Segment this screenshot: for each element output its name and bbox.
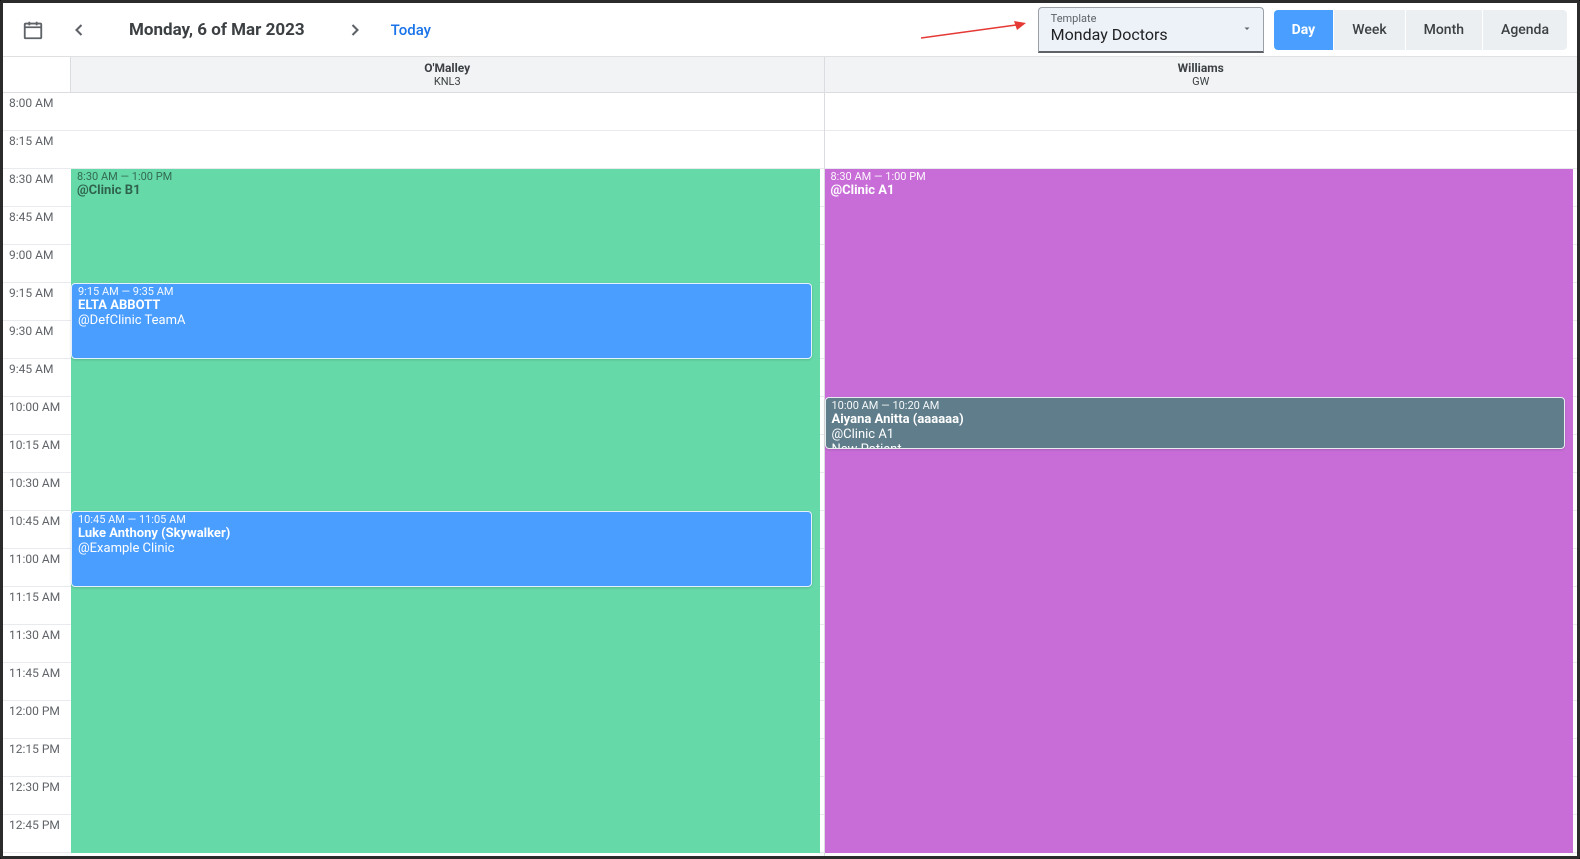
calendar-icon[interactable] <box>13 10 53 50</box>
toolbar: Monday, 6 of Mar 2023 Today Template Mon… <box>3 3 1577 57</box>
event-line: @DefClinic TeamA <box>78 313 805 328</box>
event-line: @Clinic A1 <box>832 427 1559 442</box>
column-name: O'Malley <box>424 61 470 75</box>
event-time: 9:15 AM — 9:35 AM <box>78 285 805 298</box>
grid-row[interactable] <box>825 131 1578 169</box>
time-label: 11:30 AM <box>3 625 71 663</box>
time-label: 12:00 PM <box>3 701 71 739</box>
column-sub: GW <box>1192 75 1209 88</box>
time-gutter-header <box>3 57 71 92</box>
grid-row[interactable] <box>825 93 1578 131</box>
appointment[interactable]: 10:45 AM — 11:05 AMLuke Anthony (Skywalk… <box>71 511 812 587</box>
time-label: 8:15 AM <box>3 131 71 169</box>
time-label: 8:45 AM <box>3 207 71 245</box>
next-day-button[interactable] <box>335 10 375 50</box>
chevron-down-icon <box>1241 20 1253 39</box>
calendar-grid: 8:00 AM8:15 AM8:30 AM8:45 AM9:00 AM9:15 … <box>3 93 1577 856</box>
event-line: Luke Anthony (Skywalker) <box>78 526 805 541</box>
availability-block[interactable]: 8:30 AM — 1:00 PM@Clinic A1 <box>825 169 1574 853</box>
today-button[interactable]: Today <box>381 21 441 39</box>
time-label: 11:15 AM <box>3 587 71 625</box>
event-time: 10:45 AM — 11:05 AM <box>78 513 805 526</box>
column-header: Williams GW <box>825 57 1578 92</box>
event-location: @Clinic A1 <box>831 183 1568 198</box>
view-day-button[interactable]: Day <box>1274 10 1335 50</box>
view-week-button[interactable]: Week <box>1334 10 1405 50</box>
calendar-columns: 8:30 AM — 1:00 PM@Clinic B19:15 AM — 9:3… <box>71 93 1577 856</box>
current-date-label: Monday, 6 of Mar 2023 <box>105 20 329 40</box>
column-name: Williams <box>1178 61 1224 75</box>
event-line: New Patient <box>832 442 1559 449</box>
time-column: 8:00 AM8:15 AM8:30 AM8:45 AM9:00 AM9:15 … <box>3 93 71 856</box>
app-frame: Monday, 6 of Mar 2023 Today Template Mon… <box>0 0 1580 859</box>
time-label: 11:45 AM <box>3 663 71 701</box>
template-select[interactable]: Template Monday Doctors <box>1038 7 1264 53</box>
view-month-button[interactable]: Month <box>1406 10 1483 50</box>
view-toggle: Day Week Month Agenda <box>1274 10 1567 50</box>
time-label: 9:30 AM <box>3 321 71 359</box>
time-label: 10:45 AM <box>3 511 71 549</box>
grid-row[interactable] <box>71 93 824 131</box>
event-time: 10:00 AM — 10:20 AM <box>832 399 1559 412</box>
calendar-scroll[interactable]: 8:00 AM8:15 AM8:30 AM8:45 AM9:00 AM9:15 … <box>3 93 1577 856</box>
event-time: 8:30 AM — 1:00 PM <box>77 170 814 183</box>
time-label: 8:30 AM <box>3 169 71 207</box>
column-sub: KNL3 <box>434 75 461 88</box>
time-label: 10:00 AM <box>3 397 71 435</box>
grid-row[interactable] <box>825 853 1578 856</box>
template-select-value: Monday Doctors <box>1051 25 1233 44</box>
calendar-column[interactable]: 8:30 AM — 1:00 PM@Clinic A110:00 AM — 10… <box>825 93 1578 856</box>
time-label: 9:15 AM <box>3 283 71 321</box>
time-label: 9:45 AM <box>3 359 71 397</box>
event-location: @Clinic B1 <box>77 183 814 198</box>
grid-row[interactable] <box>71 131 824 169</box>
calendar-column[interactable]: 8:30 AM — 1:00 PM@Clinic B1 9:15 AM — 9:3… <box>71 93 825 856</box>
toolbar-left: Monday, 6 of Mar 2023 Today <box>13 10 441 50</box>
template-select-label: Template <box>1051 12 1233 25</box>
time-label: 10:15 AM <box>3 435 71 473</box>
event-line: Aiyana Anitta (aaaaaa) <box>832 412 1559 427</box>
time-label: 12:45 PM <box>3 815 71 853</box>
time-label: 8:00 AM <box>3 93 71 131</box>
time-label: 12:30 PM <box>3 777 71 815</box>
time-label: 10:30 AM <box>3 473 71 511</box>
time-label: 1:00 PM <box>3 853 71 856</box>
appointment[interactable]: 9:15 AM — 9:35 AMELTA ABBOTT@DefClinic T… <box>71 283 812 359</box>
time-label: 12:15 PM <box>3 739 71 777</box>
event-line: ELTA ABBOTT <box>78 298 805 313</box>
prev-day-button[interactable] <box>59 10 99 50</box>
grid-row[interactable] <box>71 853 824 856</box>
appointment[interactable]: 10:00 AM — 10:20 AMAiyana Anitta (aaaaaa… <box>825 397 1566 449</box>
view-agenda-button[interactable]: Agenda <box>1483 10 1567 50</box>
column-headers: O'Malley KNL3 Williams GW <box>3 57 1577 93</box>
time-label: 11:00 AM <box>3 549 71 587</box>
event-line: @Example Clinic <box>78 541 805 556</box>
time-label: 9:00 AM <box>3 245 71 283</box>
event-time: 8:30 AM — 1:00 PM <box>831 170 1568 183</box>
column-header: O'Malley KNL3 <box>71 57 825 92</box>
